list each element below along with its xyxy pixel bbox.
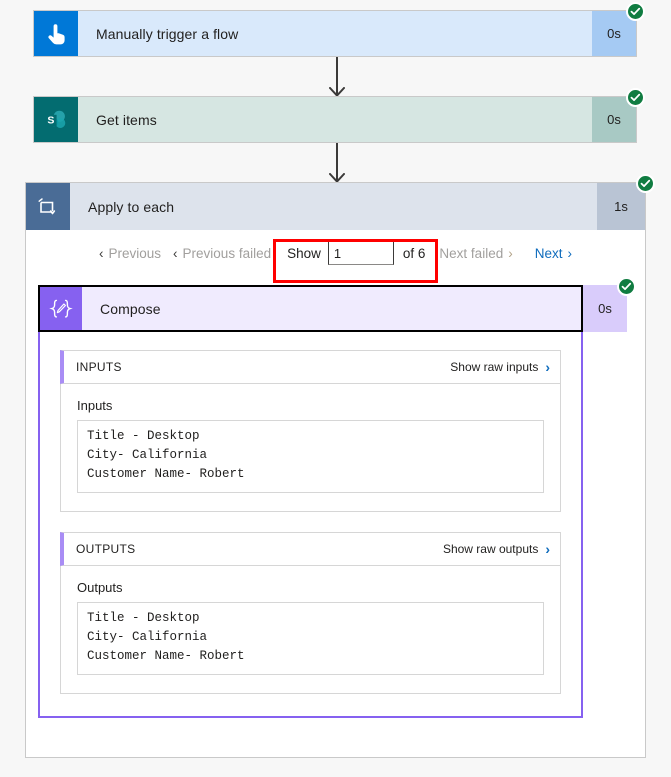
connector-arrow-1 bbox=[329, 57, 345, 97]
pager-previous-failed-button[interactable]: ‹ Previous failed bbox=[167, 242, 277, 265]
chevron-right-icon: › bbox=[508, 245, 513, 261]
status-badge-succeeded bbox=[626, 88, 645, 107]
show-raw-outputs-label: Show raw outputs bbox=[442, 542, 539, 556]
sharepoint-icon: S bbox=[34, 97, 78, 142]
chevron-right-icon: › bbox=[545, 359, 550, 375]
flow-card-get-items-title: Get items bbox=[78, 97, 592, 142]
outputs-header-label: OUTPUTS bbox=[76, 542, 136, 556]
flow-card-apply-to-each[interactable]: Apply to each 1s bbox=[26, 174, 655, 230]
pager-next-label: Next bbox=[534, 245, 563, 261]
pager-previous-label: Previous bbox=[108, 245, 162, 261]
inputs-section: INPUTS Show raw inputs › Inputs Title - … bbox=[60, 350, 561, 512]
chevron-right-icon: › bbox=[545, 541, 550, 557]
chevron-left-icon: ‹ bbox=[99, 245, 104, 261]
pager-next-failed-button[interactable]: Next failed › bbox=[433, 242, 518, 265]
pager-next-failed-label: Next failed bbox=[439, 245, 504, 261]
pager-page-input[interactable] bbox=[327, 241, 394, 265]
flow-card-compose[interactable]: Compose bbox=[38, 285, 583, 332]
outputs-field-label: Outputs bbox=[77, 580, 123, 595]
inputs-header-label: INPUTS bbox=[76, 360, 122, 374]
flow-card-get-items[interactable]: S Get items 0s bbox=[33, 88, 645, 143]
status-badge-succeeded bbox=[617, 277, 636, 296]
compose-details-panel: INPUTS Show raw inputs › Inputs Title - … bbox=[38, 332, 583, 718]
flow-card-compose-title: Compose bbox=[82, 287, 581, 330]
loop-icon bbox=[26, 183, 70, 230]
pager-previous-failed-label: Previous failed bbox=[182, 245, 272, 261]
compose-braces-icon bbox=[40, 287, 82, 330]
outputs-section: OUTPUTS Show raw outputs › Outputs Title… bbox=[60, 532, 561, 694]
outputs-field-value: Title - Desktop City- California Custome… bbox=[77, 602, 544, 675]
chevron-left-icon: ‹ bbox=[173, 245, 178, 261]
pager-show-label: Show bbox=[287, 245, 321, 261]
svg-text:S: S bbox=[47, 114, 54, 126]
touch-hand-icon bbox=[34, 11, 78, 56]
pager-previous-button[interactable]: ‹ Previous bbox=[93, 242, 167, 265]
status-badge-succeeded bbox=[626, 2, 645, 21]
inputs-field-value: Title - Desktop City- California Custome… bbox=[77, 420, 544, 493]
flow-card-compose-wrapper: Compose 0s INPUTS Show raw inputs › Inpu… bbox=[38, 277, 636, 718]
outputs-section-header: OUTPUTS Show raw outputs › bbox=[60, 532, 561, 566]
inputs-section-header: INPUTS Show raw inputs › bbox=[60, 350, 561, 384]
inputs-section-body: Inputs Title - Desktop City- California … bbox=[60, 384, 561, 512]
connector-arrow-2 bbox=[329, 143, 345, 183]
flow-card-apply-to-each-title: Apply to each bbox=[70, 183, 597, 230]
flow-card-trigger[interactable]: Manually trigger a flow 0s bbox=[33, 2, 645, 57]
show-raw-inputs-label: Show raw inputs bbox=[450, 360, 539, 374]
flow-card-trigger-title: Manually trigger a flow bbox=[78, 11, 592, 56]
pager-next-button[interactable]: Next › bbox=[529, 242, 578, 265]
outputs-section-body: Outputs Title - Desktop City- California… bbox=[60, 566, 561, 694]
chevron-right-icon: › bbox=[567, 245, 572, 261]
show-raw-inputs-link[interactable]: Show raw inputs › bbox=[450, 359, 550, 375]
status-badge-succeeded bbox=[636, 174, 655, 193]
show-raw-outputs-link[interactable]: Show raw outputs › bbox=[443, 541, 550, 557]
inputs-field-label: Inputs bbox=[77, 398, 113, 413]
pager-of-label: of 6 bbox=[402, 245, 426, 261]
iteration-pager: ‹ Previous ‹ Previous failed Show of 6 N… bbox=[26, 230, 645, 276]
flow-scope-apply-to-each: Apply to each 1s ‹ Previous ‹ Previous f… bbox=[25, 174, 655, 758]
